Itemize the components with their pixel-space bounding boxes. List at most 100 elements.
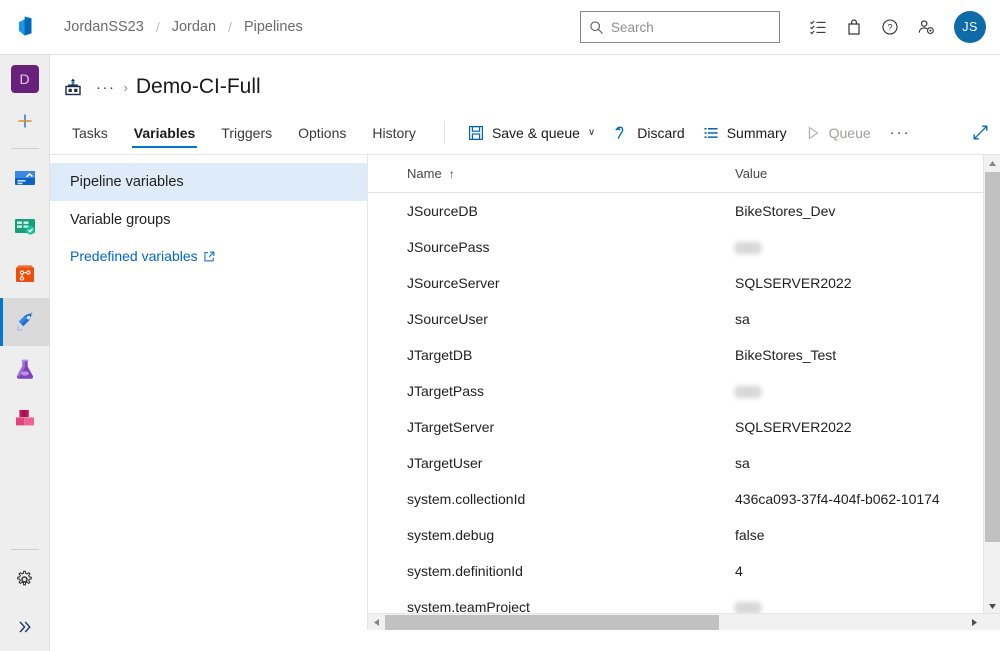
breadcrumb-separator: /: [155, 19, 160, 35]
sidebar-item-pipelines[interactable]: [0, 298, 50, 346]
pipelines-icon: [16, 311, 33, 331]
sidebar-item-overview[interactable]: [0, 154, 50, 202]
save-and-queue-label: Save & queue: [491, 124, 580, 141]
tab-options[interactable]: Options: [288, 111, 356, 154]
external-link-icon: [204, 251, 215, 262]
variable-value-cell[interactable]: BikeStores_Test: [730, 347, 836, 363]
vertical-scrollbar-thumb[interactable]: [985, 172, 1000, 542]
repos-icon: [15, 265, 34, 282]
queue-label: Queue: [828, 124, 871, 141]
horizontal-scrollbar[interactable]: [368, 613, 1000, 630]
fullscreen-icon[interactable]: [960, 111, 1000, 154]
boards-icon: [14, 219, 35, 235]
discard-button[interactable]: Discard: [604, 111, 693, 154]
rail-divider: [10, 148, 39, 149]
breadcrumb-separator: /: [228, 19, 232, 35]
project-avatar[interactable]: D: [10, 65, 39, 93]
queue-button: Queue: [796, 111, 880, 154]
table-row[interactable]: JSourcePass: [368, 229, 1000, 265]
variable-value-cell[interactable]: SQLSERVER2022: [730, 419, 851, 435]
search-input[interactable]: [611, 19, 771, 35]
horizontal-scrollbar-thumb[interactable]: [385, 614, 719, 630]
tab-history[interactable]: History: [362, 111, 426, 154]
new-item-button[interactable]: [0, 97, 50, 145]
tab-triggers[interactable]: Triggers: [211, 111, 282, 154]
overview-icon: [14, 171, 35, 185]
column-header-name[interactable]: Name ↑: [368, 166, 730, 181]
scroll-up-arrow[interactable]: [984, 155, 1000, 172]
table-row[interactable]: system.collectionId 436ca093-37f4-404f-b0…: [368, 481, 1000, 517]
expand-rail-button[interactable]: [0, 603, 50, 651]
variable-value-cell[interactable]: SQLSERVER2022: [730, 275, 851, 291]
azure-devops-logo-icon[interactable]: [14, 12, 44, 42]
variable-value-cell[interactable]: [730, 239, 761, 255]
variable-name-cell: JTargetUser: [407, 455, 483, 471]
sidebar-item-repos[interactable]: [0, 250, 50, 298]
subnav-item-pipeline-variables[interactable]: Pipeline variables: [50, 163, 367, 201]
undo-icon: [613, 124, 630, 141]
sidebar-item-test-plans[interactable]: [0, 346, 50, 394]
breadcrumb-item-pipelines[interactable]: Pipelines: [242, 16, 305, 38]
pipeline-header: ··· › Demo-CI-Full: [50, 63, 1000, 111]
variable-name-cell: JTargetPass: [407, 383, 485, 399]
variables-sub-navigation: Pipeline variables Variable groups Prede…: [50, 155, 368, 630]
tab-variables[interactable]: Variables: [124, 111, 206, 154]
variable-value-cell[interactable]: 436ca093-37f4-404f-b062-10174: [730, 491, 940, 507]
sidebar-item-boards[interactable]: [0, 202, 50, 250]
global-header-actions: ? JS: [580, 11, 1000, 43]
chevron-down-icon[interactable]: ∨: [588, 127, 595, 138]
predefined-variables-link[interactable]: Predefined variables: [50, 239, 367, 273]
global-header: JordanSS23 / Jordan / Pipelines Search ?…: [0, 0, 1000, 55]
save-and-queue-button[interactable]: Save & queue ∨: [459, 111, 604, 154]
sidebar-item-project-settings[interactable]: [0, 555, 50, 603]
variable-value-cell[interactable]: BikeStores_Dev: [730, 203, 835, 219]
grid-header-row: Name ↑ Value: [368, 155, 1000, 193]
page-title: Demo-CI-Full: [135, 75, 261, 98]
horizontal-scrollbar-track[interactable]: [385, 614, 966, 631]
pipeline-breadcrumb-ellipsis[interactable]: ···: [92, 79, 120, 96]
scroll-right-arrow[interactable]: [966, 614, 983, 631]
table-row[interactable]: JTargetServer SQLSERVER2022: [368, 409, 1000, 445]
table-row[interactable]: JTargetPass: [368, 373, 1000, 409]
table-row[interactable]: JTargetDB BikeStores_Test: [368, 337, 1000, 373]
summary-label: Summary: [726, 124, 787, 141]
table-row[interactable]: JSourceDB BikeStores_Dev: [368, 193, 1000, 229]
variable-name-cell: JSourceDB: [407, 203, 478, 219]
breadcrumb-item-project[interactable]: Jordan: [170, 16, 218, 38]
more-actions-button[interactable]: ···: [880, 111, 921, 154]
gear-icon: [17, 570, 32, 585]
variable-value-cell[interactable]: false: [730, 527, 765, 543]
vertical-scrollbar[interactable]: [983, 155, 1000, 615]
variable-name-cell: system.definitionId: [407, 563, 523, 579]
variable-value-cell[interactable]: [730, 383, 761, 399]
variable-value-cell[interactable]: sa: [730, 311, 750, 327]
search-box[interactable]: [580, 11, 780, 43]
help-icon[interactable]: ?: [874, 11, 906, 43]
variable-value-cell[interactable]: 4: [730, 563, 743, 579]
subnav-item-variable-groups[interactable]: Variable groups: [50, 201, 367, 239]
svg-text:?: ?: [887, 23, 892, 33]
artifacts-icon: [15, 410, 34, 426]
marketplace-icon[interactable]: [838, 11, 870, 43]
avatar[interactable]: JS: [954, 11, 986, 43]
scroll-left-arrow[interactable]: [368, 614, 385, 631]
table-row[interactable]: JTargetUser sa: [368, 445, 1000, 481]
table-row[interactable]: JSourceServer SQLSERVER2022: [368, 265, 1000, 301]
user-settings-icon[interactable]: [910, 11, 942, 43]
tasks-icon[interactable]: [802, 11, 834, 43]
tab-tasks[interactable]: Tasks: [62, 111, 118, 154]
sidebar-item-artifacts[interactable]: [0, 394, 50, 442]
table-row[interactable]: JSourceUser sa: [368, 301, 1000, 337]
variable-value-cell[interactable]: sa: [730, 455, 750, 471]
grid-rows: JSourceDB BikeStores_Dev JSourcePass JSourc…: [368, 193, 1000, 625]
variable-name-cell: JSourcePass: [407, 239, 490, 255]
column-header-value[interactable]: Value: [730, 166, 767, 181]
table-row[interactable]: system.definitionId 4: [368, 553, 1000, 589]
breadcrumb-item-organization[interactable]: JordanSS23: [62, 16, 146, 38]
breadcrumb: JordanSS23 / Jordan / Pipelines: [62, 16, 305, 38]
plus-icon: [18, 114, 31, 128]
rail-divider: [10, 549, 39, 550]
summary-button[interactable]: Summary: [694, 111, 796, 154]
summary-list-icon: [703, 124, 720, 141]
table-row[interactable]: system.debug false: [368, 517, 1000, 553]
